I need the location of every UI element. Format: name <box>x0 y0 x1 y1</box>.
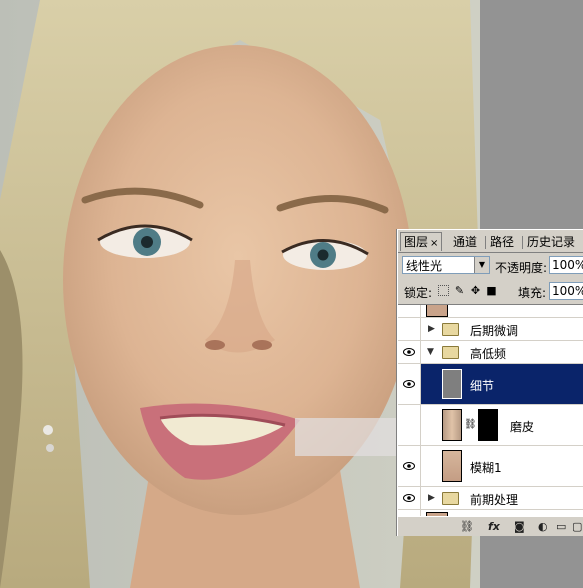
layer-row-selected[interactable]: 细节 <box>398 364 583 405</box>
layer-name: 细节 <box>470 379 495 393</box>
chevron-down-icon[interactable]: ▼ <box>474 257 489 273</box>
folder-icon <box>442 492 459 505</box>
visibility-cell[interactable] <box>398 341 421 363</box>
layer-thumbnail <box>442 369 462 399</box>
expand-triangle-icon[interactable]: ▶ <box>428 324 435 334</box>
visibility-cell[interactable] <box>398 446 421 486</box>
layer-row-partial[interactable] <box>398 305 583 318</box>
layer-name: 模糊1 <box>470 461 502 475</box>
folder-icon[interactable]: ▭ <box>556 520 566 534</box>
link-icon[interactable]: ⛓ <box>460 520 474 534</box>
folder-icon <box>442 346 459 359</box>
blend-mode-value: 线性光 <box>406 259 443 273</box>
chain-link-icon[interactable]: ⛓ <box>464 419 477 430</box>
mask-icon[interactable]: ◙ <box>514 520 525 534</box>
visibility-cell[interactable] <box>398 318 421 340</box>
layers-panel: 图层 × 通道 路径 历史记录 线性光 ▼ 不透明度: 100% 锁定: ✎ ✥ … <box>397 229 583 536</box>
layer-row-group[interactable]: ▶ 前期处理 <box>398 487 583 510</box>
tab-channels[interactable]: 通道 <box>450 233 480 251</box>
eye-icon[interactable] <box>403 494 415 502</box>
layer-row[interactable]: ⛓ 磨皮 <box>398 405 583 446</box>
folder-icon <box>442 323 459 336</box>
layer-thumbnail <box>442 409 462 441</box>
tab-history[interactable]: 历史记录 <box>524 233 578 251</box>
layers-list[interactable]: ▶ 后期微调 ▼ 高低频 细节 ⛓ 磨皮 模糊1 ▶ 前期处理 <box>398 304 583 517</box>
layers-panel-toolbar: ⛓ fx ◙ ◐ ▭ ▢ <box>398 516 583 536</box>
eye-icon[interactable] <box>403 462 415 470</box>
lock-transparency-icon[interactable] <box>438 285 449 296</box>
tab-layers[interactable]: 图层 × <box>400 232 443 251</box>
fill-label: 填充: <box>518 286 547 300</box>
layer-thumbnail <box>426 305 448 317</box>
layer-row[interactable]: 模糊1 <box>398 446 583 487</box>
fill-input[interactable]: 100% <box>549 282 583 300</box>
layer-mask-thumbnail[interactable] <box>478 409 498 441</box>
visibility-cell[interactable] <box>398 364 421 404</box>
layer-thumbnail <box>442 450 462 482</box>
layer-name: 磨皮 <box>510 420 535 434</box>
collapse-triangle-icon[interactable]: ▼ <box>427 347 434 357</box>
opacity-label: 不透明度: <box>495 261 548 275</box>
tab-paths-label: 路径 <box>490 235 515 249</box>
lock-brush-icon[interactable]: ✎ <box>454 285 465 296</box>
tab-separator <box>485 236 486 249</box>
close-icon[interactable]: × <box>430 238 438 249</box>
lock-row: 锁定: ✎ ✥ ■ 填充: 100% <box>398 280 583 302</box>
tab-layers-label: 图层 <box>404 235 429 249</box>
tab-history-label: 历史记录 <box>527 235 576 249</box>
layer-name: 前期处理 <box>470 493 519 507</box>
visibility-cell[interactable] <box>398 405 421 445</box>
tab-separator <box>522 236 523 249</box>
eye-icon[interactable] <box>403 380 415 388</box>
tab-channels-label: 通道 <box>453 235 478 249</box>
expand-triangle-icon[interactable]: ▶ <box>428 493 435 503</box>
eye-icon[interactable] <box>403 348 415 356</box>
tab-paths[interactable]: 路径 <box>487 233 517 251</box>
lock-all-icon[interactable]: ■ <box>486 285 497 296</box>
fx-icon[interactable]: fx <box>488 520 500 534</box>
new-layer-icon[interactable]: ▢ <box>572 520 582 534</box>
panel-tabs: 图层 × 通道 路径 历史记录 <box>398 230 583 253</box>
layer-name: 高低频 <box>470 347 507 361</box>
layer-row-group[interactable]: ▶ 后期微调 <box>398 318 583 341</box>
layer-row-group[interactable]: ▼ 高低频 <box>398 341 583 364</box>
layer-name: 后期微调 <box>470 324 519 338</box>
lock-move-icon[interactable]: ✥ <box>470 285 481 296</box>
adjustment-icon[interactable]: ◐ <box>538 520 548 534</box>
visibility-cell[interactable] <box>398 305 421 317</box>
blend-mode-select[interactable]: 线性光 ▼ <box>402 256 490 274</box>
blend-row: 线性光 ▼ 不透明度: 100% <box>398 254 583 278</box>
visibility-cell[interactable] <box>398 487 421 509</box>
opacity-input[interactable]: 100% <box>549 256 583 274</box>
lock-label: 锁定: <box>404 286 433 300</box>
